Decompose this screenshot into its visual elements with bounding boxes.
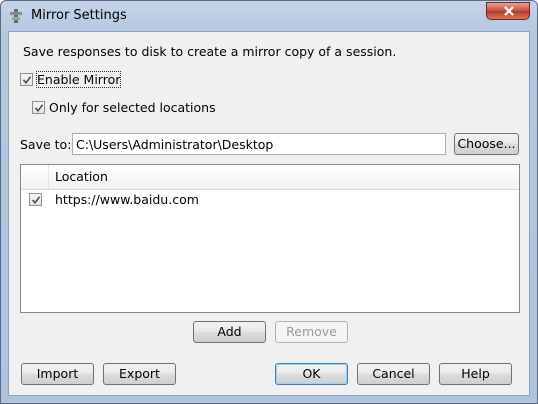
checkmark-icon	[34, 104, 44, 113]
ok-button[interactable]: OK	[275, 363, 348, 385]
dialog-body: Save responses to disk to create a mirro…	[8, 31, 530, 396]
only-selected-locations-label[interactable]: Only for selected locations	[49, 100, 216, 115]
list-header: Location	[21, 165, 519, 190]
enable-mirror-checkbox[interactable]	[20, 73, 33, 86]
enable-mirror-label[interactable]: Enable Mirror	[35, 71, 122, 88]
mirror-settings-window: Mirror Settings Save responses to disk t…	[0, 0, 538, 404]
only-selected-locations-checkbox[interactable]	[32, 101, 45, 114]
cancel-button[interactable]: Cancel	[357, 363, 430, 385]
location-row[interactable]: https://www.baidu.com	[21, 190, 519, 209]
app-gear-icon	[10, 9, 22, 23]
check-column-header[interactable]	[21, 165, 49, 189]
help-button[interactable]: Help	[439, 363, 512, 385]
checkmark-icon	[31, 196, 41, 205]
location-url: https://www.baidu.com	[55, 192, 199, 207]
add-button[interactable]: Add	[193, 321, 266, 343]
location-column-header[interactable]: Location	[49, 165, 519, 189]
locations-list[interactable]: Location https://www.baidu.com	[20, 164, 520, 313]
save-path-input[interactable]	[72, 133, 446, 155]
checkmark-icon	[22, 76, 32, 85]
import-button[interactable]: Import	[21, 363, 94, 385]
title-bar[interactable]: Mirror Settings	[1, 1, 537, 31]
export-button[interactable]: Export	[103, 363, 176, 385]
close-icon	[504, 6, 514, 16]
location-row-checkbox[interactable]	[29, 193, 42, 206]
remove-button[interactable]: Remove	[275, 321, 348, 343]
save-to-label: Save to:	[20, 137, 72, 152]
window-title: Mirror Settings	[31, 8, 127, 23]
description-text: Save responses to disk to create a mirro…	[23, 44, 397, 59]
choose-button[interactable]: Choose...	[454, 133, 519, 155]
close-button[interactable]	[486, 2, 530, 20]
